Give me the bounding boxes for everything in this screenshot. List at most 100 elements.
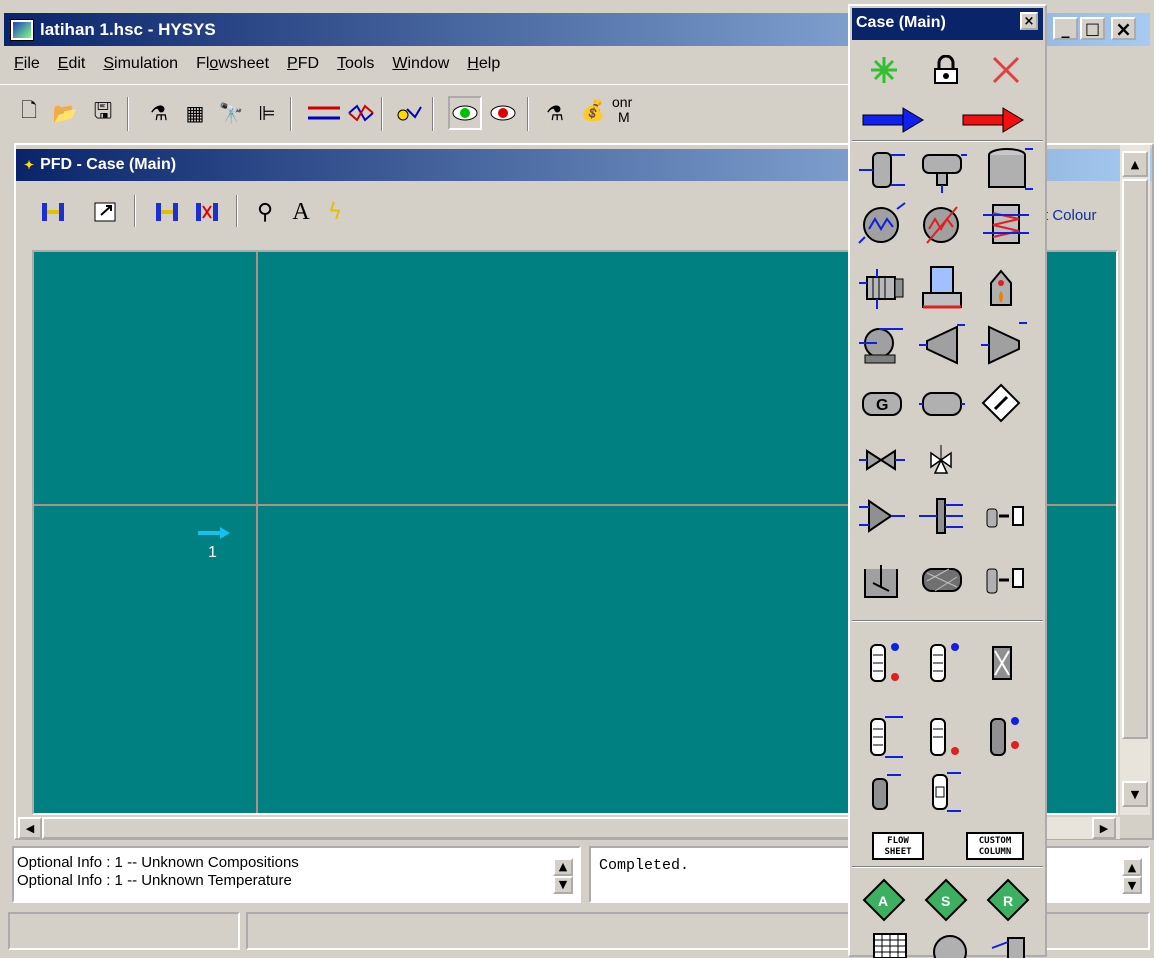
gibbs-reactor-icon[interactable]: G: [856, 378, 908, 430]
user-op-icon[interactable]: [976, 378, 1028, 430]
palette-title-bar[interactable]: Case (Main) ×: [852, 8, 1043, 40]
size-mode-icon[interactable]: [90, 197, 120, 227]
attach-mode-icon[interactable]: [152, 197, 182, 227]
object-navigator-icon[interactable]: ⊫: [252, 98, 282, 128]
selector-icon[interactable]: [984, 928, 1036, 958]
scroll-left-button[interactable]: ◀: [18, 817, 42, 839]
maximize-button[interactable]: □: [1080, 17, 1105, 40]
scroll-down-button[interactable]: ▼: [1122, 781, 1148, 807]
binoculars-icon[interactable]: 🔭: [216, 98, 246, 128]
palette-close-button[interactable]: ×: [1020, 12, 1038, 30]
short-cut-column-icon[interactable]: [916, 766, 968, 818]
relief-valve-icon[interactable]: [916, 434, 968, 486]
heater-icon[interactable]: [916, 198, 968, 250]
scroll-up-button[interactable]: ▲: [1122, 151, 1148, 177]
colour-scheme-label[interactable]: t Colour: [1044, 207, 1097, 224]
save-icon[interactable]: 🖫: [88, 98, 118, 128]
scroll-right-button[interactable]: ▶: [1092, 817, 1116, 839]
valve-icon[interactable]: [856, 434, 908, 486]
palette-lock-icon[interactable]: [920, 44, 972, 96]
set-icon[interactable]: S: [920, 874, 972, 926]
palette-material-stream-icon[interactable]: [858, 94, 928, 146]
solver-active-icon[interactable]: [448, 96, 482, 130]
separator-icon[interactable]: [856, 144, 908, 196]
menu-bar: File Edit Simulation Flowsheet PFD Tools…: [0, 48, 509, 80]
three-phase-distillation-icon[interactable]: [976, 710, 1028, 762]
svg-text:A: A: [878, 893, 888, 909]
solver-hold-icon[interactable]: [488, 98, 518, 128]
refluxed-absorber-icon[interactable]: [916, 636, 968, 688]
lightning-icon[interactable]: ϟ: [320, 197, 350, 227]
adjust-icon[interactable]: A: [858, 874, 910, 926]
pfr-icon[interactable]: [916, 554, 968, 606]
break-connection-icon[interactable]: [192, 197, 222, 227]
expander-icon[interactable]: [978, 318, 1030, 370]
component-splitter-icon[interactable]: [976, 636, 1028, 688]
info-scroll-up[interactable]: ▲: [553, 858, 573, 876]
menu-pfd[interactable]: PFD: [278, 55, 328, 73]
status-scroll-down[interactable]: ▼: [1122, 876, 1142, 894]
status-bar-cell-1: [8, 912, 240, 950]
palette-divider-3: [852, 866, 1043, 868]
cstr-icon[interactable]: [856, 554, 908, 606]
cooler-icon[interactable]: [856, 198, 908, 250]
compressor-icon[interactable]: [916, 318, 968, 370]
economics-icon[interactable]: 💰: [575, 95, 611, 125]
palette-delete-icon[interactable]: [980, 44, 1032, 96]
case-study-icon[interactable]: [394, 98, 424, 128]
vertical-scrollbar[interactable]: ▲ ▼: [1120, 145, 1150, 815]
material-stream-1[interactable]: 1: [196, 524, 234, 564]
menu-tools[interactable]: Tools: [328, 55, 383, 73]
lng-exchanger-icon[interactable]: [980, 198, 1032, 250]
optional-info-line-1: Optional Info : 1 -- Unknown Composition…: [17, 854, 299, 871]
column-subflowsheet-icon[interactable]: [976, 554, 1028, 606]
menu-help[interactable]: Help: [458, 55, 509, 73]
menu-flowsheet[interactable]: Flowsheet: [187, 55, 278, 73]
menu-file[interactable]: File: [12, 55, 49, 73]
tee-icon[interactable]: [916, 490, 968, 542]
close-button[interactable]: ×: [1111, 17, 1136, 40]
heat-exchanger-icon[interactable]: [346, 98, 376, 128]
stream-label: 1: [208, 544, 217, 561]
minimize-button[interactable]: _: [1053, 17, 1078, 40]
add-text-icon[interactable]: A: [286, 197, 316, 227]
spreadsheet-icon[interactable]: [864, 928, 916, 958]
shell-tube-exchanger-icon[interactable]: [856, 262, 908, 314]
subflowsheet-icon[interactable]: [976, 490, 1028, 542]
recycle-icon[interactable]: R: [982, 874, 1034, 926]
optional-info-panel[interactable]: Optional Info : 1 -- Unknown Composition…: [12, 846, 581, 903]
liquid-liquid-extractor-icon[interactable]: [856, 766, 908, 818]
material-stream-icon[interactable]: [304, 98, 344, 128]
balance-icon[interactable]: [924, 928, 976, 958]
tank-icon[interactable]: [982, 144, 1034, 196]
zoom-all-icon[interactable]: [38, 197, 68, 227]
custom-column-button[interactable]: CUSTOM COLUMN: [966, 832, 1024, 860]
zoom-magnifier-icon[interactable]: ⚲: [250, 197, 280, 227]
fired-heater-icon[interactable]: [976, 262, 1028, 314]
reboiled-absorber-icon[interactable]: [916, 710, 968, 762]
pfd-title: PFD - Case (Main): [40, 156, 177, 173]
pump-icon[interactable]: [856, 318, 908, 370]
scroll-thumb-vertical[interactable]: [1122, 179, 1148, 739]
air-cooler-icon[interactable]: [916, 262, 968, 314]
menu-edit[interactable]: Edit: [49, 55, 95, 73]
basis-environment-icon[interactable]: ⚗: [144, 98, 174, 128]
open-folder-icon[interactable]: 📂: [50, 98, 80, 128]
absorber-icon[interactable]: [856, 710, 908, 762]
new-file-icon[interactable]: 🗋: [14, 98, 44, 128]
three-phase-separator-icon[interactable]: [916, 144, 968, 196]
conversion-reactor-icon[interactable]: [916, 378, 968, 430]
menu-simulation[interactable]: Simulation: [94, 55, 187, 73]
distillation-column-icon[interactable]: [856, 636, 908, 688]
mixer-icon[interactable]: [856, 490, 908, 542]
flowsheet-button[interactable]: FLOW SHEET: [872, 832, 924, 860]
pfd-icon: ✦: [24, 158, 35, 172]
grid-line-vertical: [256, 252, 258, 813]
menu-window[interactable]: Window: [383, 55, 458, 73]
palette-energy-stream-icon[interactable]: [958, 94, 1028, 146]
flask-icon[interactable]: ⚗: [540, 98, 570, 128]
info-scroll-down[interactable]: ▼: [553, 876, 573, 894]
workbook-icon[interactable]: ▦: [180, 98, 210, 128]
status-scroll-up[interactable]: ▲: [1122, 858, 1142, 876]
palette-move-icon[interactable]: [858, 44, 910, 96]
